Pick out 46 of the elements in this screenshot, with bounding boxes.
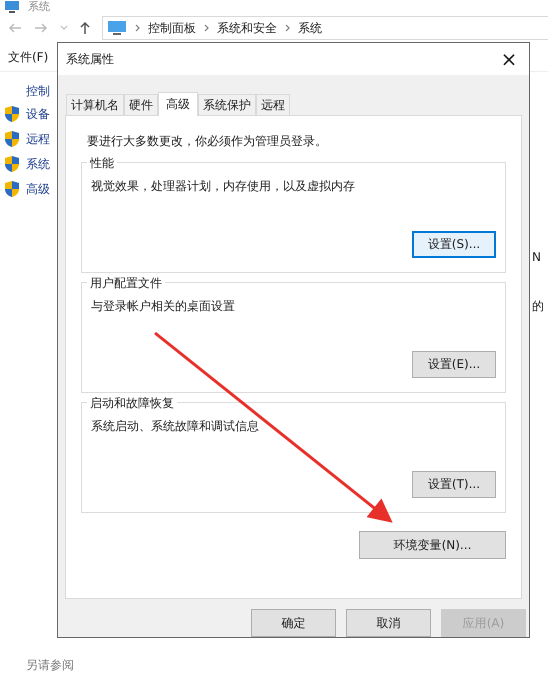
group-title: 启动和故障恢复: [87, 394, 177, 412]
chevron-icon: [135, 24, 140, 32]
sidebar-link[interactable]: 高级: [26, 180, 50, 198]
back-icon[interactable]: [8, 22, 22, 32]
group-description: 系统启动、系统故障和调试信息: [91, 418, 260, 435]
window-title: 系统: [28, 1, 50, 12]
shield-icon: [4, 180, 20, 198]
tab[interactable]: 硬件: [124, 94, 158, 115]
up-icon[interactable]: [80, 20, 90, 34]
tab[interactable]: 高级: [158, 92, 198, 116]
tab[interactable]: 系统保护: [198, 94, 256, 115]
breadcrumb[interactable]: 系统和安全: [217, 18, 277, 36]
forward-icon[interactable]: [34, 22, 48, 32]
settings-button[interactable]: 设置(T)...: [412, 470, 496, 498]
breadcrumb[interactable]: 控制面板: [148, 18, 196, 36]
tab[interactable]: 远程: [256, 94, 290, 115]
content-text: N: [532, 249, 541, 266]
sidebar-link[interactable]: 设备: [26, 104, 50, 122]
sidebar-link[interactable]: 系统: [26, 154, 50, 172]
chevron-icon: [204, 24, 209, 32]
dialog-button[interactable]: 确定: [251, 609, 336, 637]
sidebar-heading[interactable]: 控制: [26, 84, 50, 98]
dialog-button[interactable]: 取消: [346, 609, 431, 637]
computer-icon: [107, 20, 127, 36]
settings-button[interactable]: 设置(S)...: [412, 230, 496, 258]
settings-button[interactable]: 设置(E)...: [412, 350, 496, 378]
dropdown-icon[interactable]: [60, 25, 68, 30]
group-title: 用户配置文件: [87, 274, 165, 292]
environment-variables-button[interactable]: 环境变量(N)...: [359, 530, 506, 559]
computer-icon: [4, 0, 20, 12]
sidebar-link[interactable]: 远程: [26, 130, 50, 148]
tab[interactable]: 计算机名: [66, 94, 124, 115]
shield-icon: [4, 130, 20, 148]
shield-icon: [4, 154, 20, 172]
content-text: 的: [532, 298, 544, 315]
group-description: 与登录帐户相关的桌面设置: [91, 298, 236, 315]
menu-item[interactable]: 文件(F): [8, 48, 48, 66]
breadcrumb[interactable]: 系统: [298, 18, 322, 36]
shield-icon: [4, 104, 20, 122]
see-also-heading: 另请参阅: [26, 658, 74, 672]
dialog-title: 系统属性: [66, 51, 114, 68]
chevron-icon: [285, 24, 290, 32]
group-description: 视觉效果，处理器计划，内存使用，以及虚拟内存: [91, 178, 356, 195]
notice-text: 要进行大多数更改，你必须作为管理员登录。: [86, 132, 328, 150]
close-button[interactable]: ×: [489, 43, 529, 75]
address-bar[interactable]: 控制面板 系统和安全 系统: [102, 16, 548, 40]
